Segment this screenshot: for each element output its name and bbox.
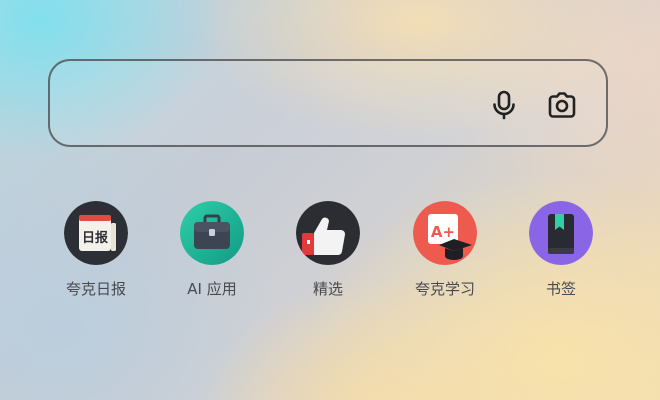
grade-text: A+: [431, 223, 455, 241]
briefcase-icon: [180, 201, 244, 265]
shortcut-label: 精选: [312, 280, 343, 298]
search-bar[interactable]: [48, 59, 608, 147]
shortcut-featured[interactable]: 精选: [278, 200, 378, 310]
search-input[interactable]: [70, 83, 474, 125]
shortcut-quark-daily[interactable]: 日报 夸克日报: [46, 200, 146, 310]
shortcut-bookmarks[interactable]: 书签: [511, 200, 611, 310]
bookmark-icon: [529, 201, 593, 265]
microphone-icon[interactable]: [488, 89, 520, 121]
shortcut-label: 夸克学习: [414, 280, 475, 298]
grade-a-plus-icon: A+: [413, 201, 477, 265]
shortcut-label: 书签: [545, 280, 576, 298]
daily-news-icon-text: 日报: [82, 231, 109, 246]
shortcut-label: AI 应用: [187, 280, 237, 298]
thumbs-up-icon: [296, 201, 360, 265]
shortcut-quark-study[interactable]: A+ 夸克学习: [395, 200, 495, 310]
camera-icon[interactable]: [546, 89, 578, 121]
daily-news-icon: 日报: [64, 201, 128, 265]
shortcut-label: 夸克日报: [65, 280, 126, 298]
shortcut-ai-apps[interactable]: AI 应用: [162, 200, 262, 310]
